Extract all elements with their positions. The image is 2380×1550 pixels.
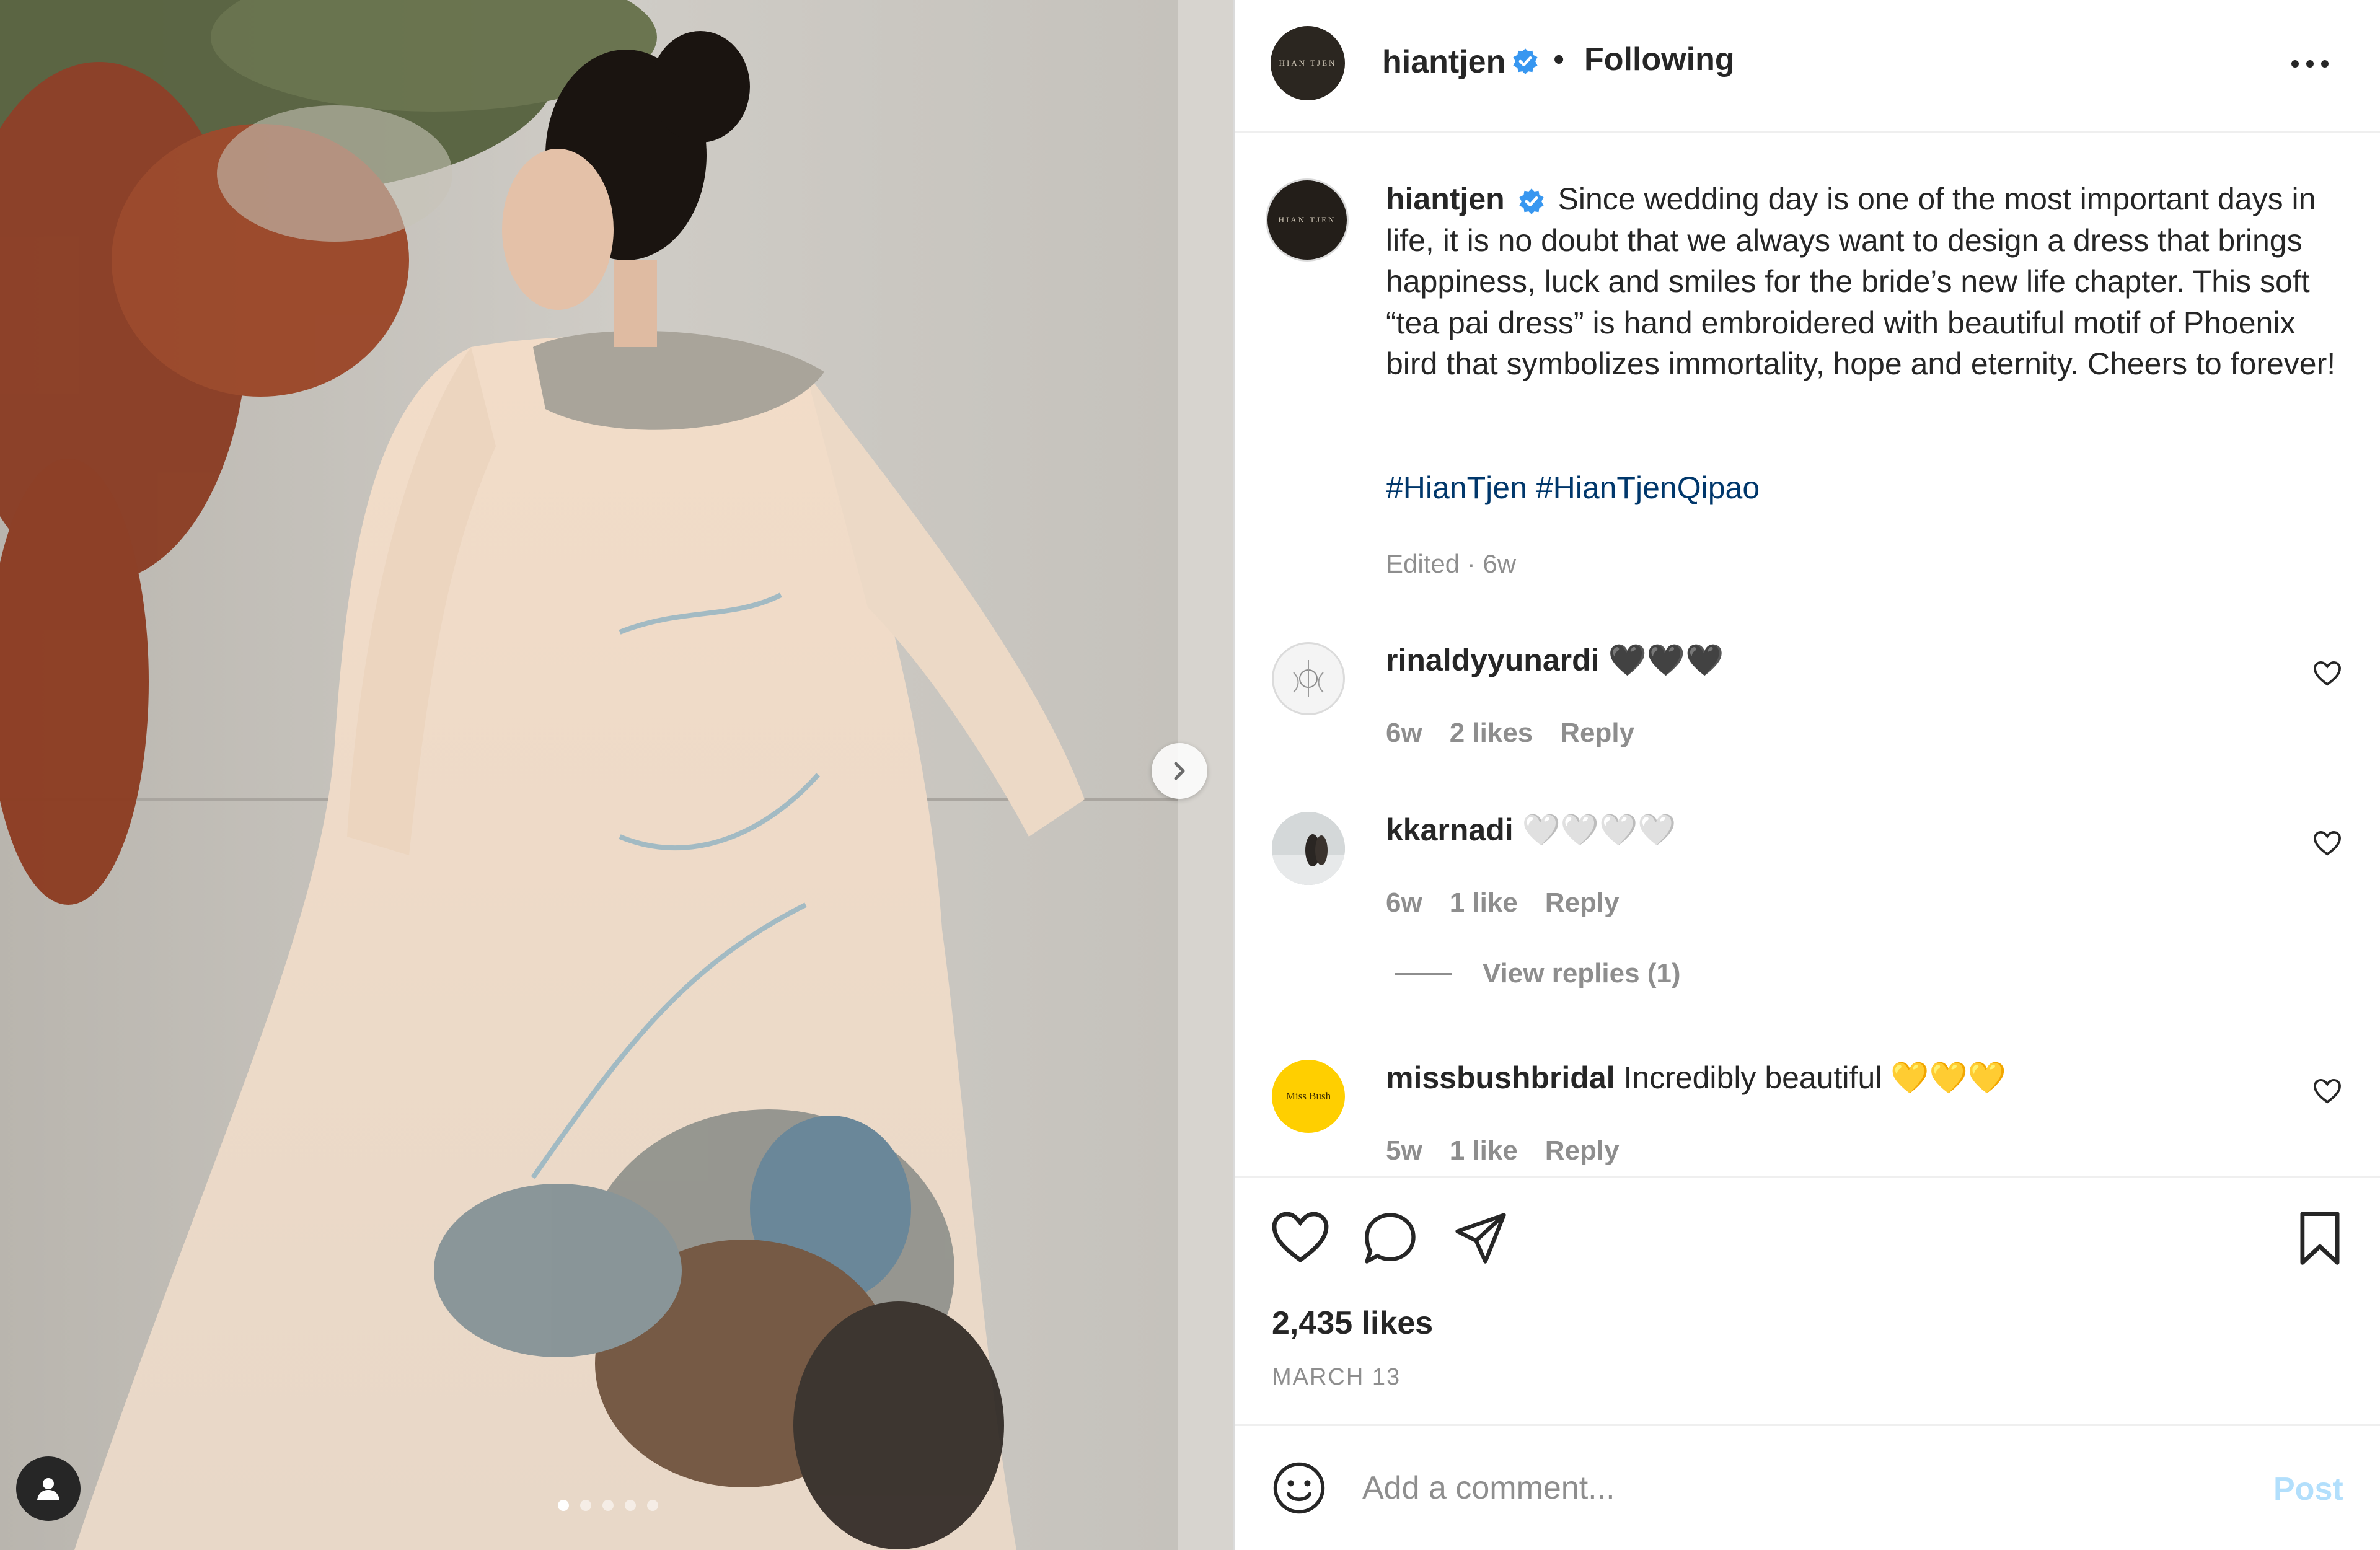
comment-time[interactable]: 6w [1386, 718, 1422, 749]
more-options-button[interactable] [2288, 48, 2332, 79]
comment-meta: 5w 1 like Reply [1386, 1135, 1620, 1166]
likes-count[interactable]: 2,435 likes [1272, 1305, 1433, 1342]
bookmark-icon[interactable] [2296, 1210, 2344, 1266]
following-button[interactable]: Following [1584, 41, 1735, 78]
post-details-panel: HIAN TJEN hiantjen • Following HIAN TJEN… [1235, 0, 2380, 1550]
user-tag-icon [37, 1478, 60, 1500]
comment-item: rinaldyyunardi 🖤🖤🖤 6w 2 likes Reply [1235, 642, 2380, 785]
view-replies-button[interactable]: View replies (1) [1395, 958, 1681, 989]
comment-username[interactable]: missbushbridal [1386, 1060, 1615, 1095]
add-comment-bar: Post [1235, 1424, 2380, 1550]
comment-bubble-icon[interactable] [1362, 1210, 1418, 1266]
comment-body: 🤍🤍🤍🤍 [1522, 812, 1677, 847]
heart-icon[interactable] [2313, 830, 2342, 856]
comments-list[interactable]: HIAN TJEN hiantjen Since wedding day is … [1235, 135, 2380, 1176]
ornament-logo-icon [1293, 660, 1324, 697]
comment-body: 🖤🖤🖤 [1608, 643, 1724, 677]
comment-username[interactable]: rinaldyyunardi [1386, 643, 1600, 677]
comment-item: kkarnadi 🤍🤍🤍🤍 6w 1 like Reply [1235, 812, 2380, 954]
caption-username[interactable]: hiantjen [1386, 182, 1505, 216]
more-options-icon [2291, 60, 2329, 68]
carousel-indicator [558, 1500, 658, 1511]
comment-item: Miss Bush missbushbridal Incredibly beau… [1235, 1060, 2380, 1176]
heart-icon[interactable] [2313, 1078, 2342, 1104]
comment-meta: 6w 1 like Reply [1386, 887, 1620, 918]
smiley-icon[interactable] [1271, 1460, 1328, 1517]
comment-text: missbushbridal Incredibly beautiful 💛💛💛 [1386, 1060, 2006, 1096]
caption-hashtags[interactable]: #HianTjen #HianTjenQipao [1386, 470, 1760, 506]
comment-text: kkarnadi 🤍🤍🤍🤍 [1386, 812, 1677, 848]
comment-meta: 6w 2 likes Reply [1386, 718, 1634, 749]
carousel-dot [558, 1500, 569, 1511]
reply-button[interactable]: Reply [1545, 887, 1620, 918]
verified-badge-icon [1513, 48, 1538, 74]
header-separator: • [1553, 42, 1565, 77]
post-header: HIAN TJEN hiantjen • Following [1235, 0, 2380, 133]
author-avatar[interactable]: HIAN TJEN [1271, 26, 1345, 100]
chevron-right-icon [1174, 762, 1185, 780]
comment-body: Incredibly beautiful 💛💛💛 [1623, 1060, 2007, 1095]
commenter-avatar[interactable] [1272, 812, 1345, 885]
avatar-logo-text: HIAN TJEN [1278, 215, 1336, 224]
commenter-avatar[interactable]: Miss Bush [1272, 1060, 1345, 1133]
verified-badge-icon [1519, 188, 1544, 214]
avatar-logo-text: Miss Bush [1285, 1090, 1331, 1102]
tagged-users-button[interactable] [16, 1456, 81, 1521]
next-slide-button[interactable] [1152, 743, 1207, 799]
caption-body: hiantjen Since wedding day is one of the… [1386, 178, 2353, 385]
reply-button[interactable]: Reply [1560, 718, 1634, 749]
comment-likes[interactable]: 2 likes [1450, 718, 1533, 749]
commenter-avatar[interactable] [1272, 642, 1345, 715]
carousel-dot [647, 1500, 658, 1511]
post-comment-button[interactable]: Post [2273, 1471, 2343, 1508]
photo-thumbnail [1272, 812, 1345, 885]
replies-divider-line [1395, 972, 1452, 975]
comment-time[interactable]: 5w [1386, 1135, 1422, 1166]
comment-time[interactable]: 6w [1386, 887, 1422, 918]
carousel-dot [580, 1500, 591, 1511]
view-replies-label: View replies (1) [1483, 958, 1681, 989]
comment-likes[interactable]: 1 like [1450, 887, 1518, 918]
comment-input[interactable] [1362, 1457, 2180, 1519]
post-date: MARCH 13 [1272, 1364, 1401, 1390]
post-actions: 2,435 likes MARCH 13 [1235, 1176, 2380, 1424]
post-media[interactable] [0, 0, 1233, 1550]
caption-author-avatar[interactable]: HIAN TJEN [1266, 178, 1349, 262]
caption-edited-time: Edited · 6w [1386, 549, 1517, 578]
comment-text: rinaldyyunardi 🖤🖤🖤 [1386, 642, 1724, 679]
comment-likes[interactable]: 1 like [1450, 1135, 1518, 1166]
comment-username[interactable]: kkarnadi [1386, 812, 1514, 847]
carousel-dot [602, 1500, 614, 1511]
author-username[interactable]: hiantjen [1382, 43, 1505, 81]
heart-icon[interactable] [1271, 1210, 1330, 1265]
post-photo [0, 0, 1233, 1550]
avatar-logo-text: HIAN TJEN [1279, 58, 1337, 68]
heart-icon[interactable] [2313, 661, 2342, 687]
reply-button[interactable]: Reply [1545, 1135, 1620, 1166]
carousel-dot [625, 1500, 636, 1511]
paper-plane-icon[interactable] [1453, 1210, 1509, 1266]
